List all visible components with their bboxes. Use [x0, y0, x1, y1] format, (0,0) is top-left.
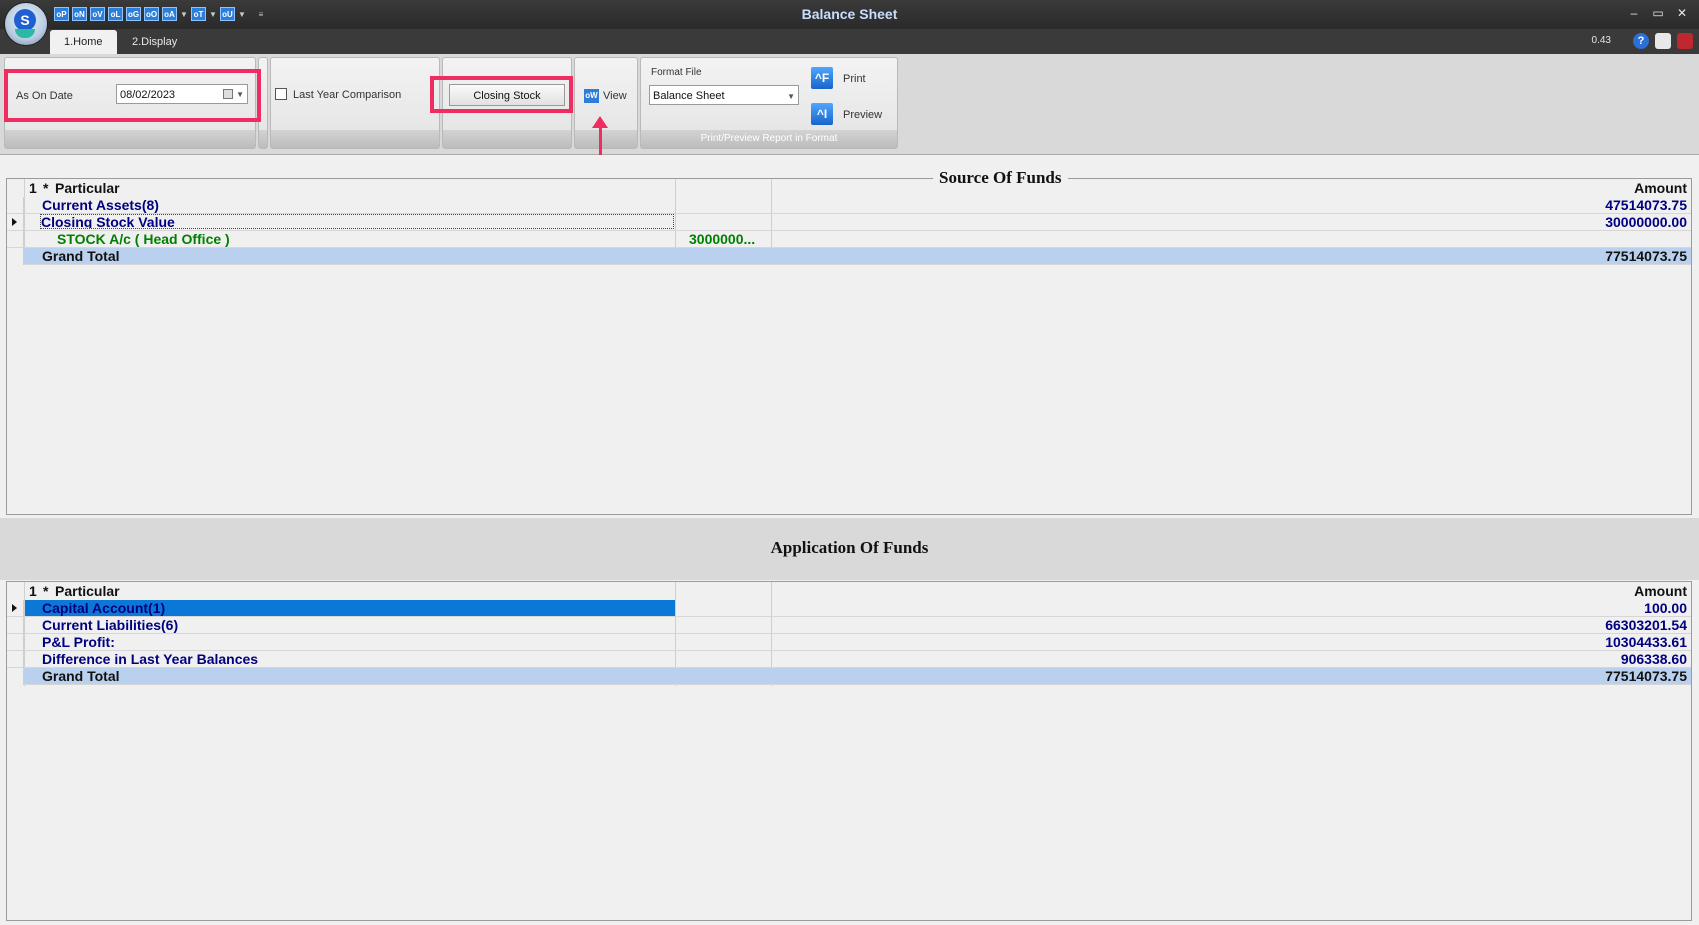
grand-total-row: Grand Total 77514073.75 — [7, 668, 1691, 685]
logo-mark-icon: S — [14, 9, 36, 31]
group-footer — [259, 130, 267, 148]
report-icon[interactable] — [1677, 33, 1693, 49]
row-particular: Current Liabilities(6) — [42, 617, 179, 633]
as-on-date-input[interactable]: 08/02/2023 ▼ — [116, 84, 248, 104]
column-number: 1 — [29, 180, 37, 196]
last-year-comparison-label[interactable]: Last Year Comparison — [293, 89, 401, 101]
row-particular[interactable]: Closing Stock Value — [40, 214, 674, 229]
grand-total-amount: 77514073.75 — [1605, 248, 1687, 264]
row-amount: 100.00 — [1644, 600, 1687, 616]
help-icon[interactable]: ? — [1633, 33, 1649, 49]
application-of-funds-panel: 1 * Particular Amount Capital Account(1)… — [6, 581, 1692, 921]
source-of-funds-panel: 1 * Particular Amount Source Of Funds Cu… — [6, 168, 1692, 515]
table-row[interactable]: Capital Account(1) 100.00 — [7, 600, 1691, 617]
table-row[interactable]: Current Assets(8) 47514073.75 — [7, 197, 1691, 214]
table-row[interactable]: Current Liabilities(6) 66303201.54 — [7, 617, 1691, 634]
print-button[interactable]: Print — [843, 73, 866, 85]
grand-total-row: Grand Total 77514073.75 — [7, 248, 1691, 265]
table-row[interactable]: STOCK A/c ( Head Office ) 3000000... — [7, 231, 1691, 248]
source-of-funds-title: Source Of Funds — [933, 168, 1068, 188]
table-row[interactable]: Difference in Last Year Balances 906338.… — [7, 651, 1691, 668]
row-amount: 47514073.75 — [1605, 197, 1687, 213]
format-file-value: Balance Sheet — [653, 90, 725, 102]
minimize-icon[interactable]: – — [1625, 6, 1643, 20]
column-particular[interactable]: Particular — [55, 180, 120, 196]
spacer-group — [258, 57, 268, 149]
row-selector — [7, 248, 24, 265]
view-group — [574, 57, 638, 149]
column-star: * — [43, 180, 49, 196]
column-particular[interactable]: Particular — [55, 583, 120, 599]
row-particular: P&L Profit: — [42, 634, 115, 650]
date-value: 08/02/2023 — [120, 89, 176, 101]
row-amount: 10304433.61 — [1605, 634, 1687, 650]
row-particular: STOCK A/c ( Head Office ) — [57, 231, 230, 247]
arrow-shaft — [599, 125, 602, 155]
as-on-date-label: As On Date — [16, 90, 73, 102]
view-icon[interactable]: oW — [584, 89, 599, 103]
source-grid-header: 1 * Particular Amount — [7, 180, 1691, 197]
row-selector[interactable] — [7, 231, 24, 248]
row-particular: Current Assets(8) — [42, 197, 159, 213]
application-grid-header: 1 * Particular Amount — [7, 583, 1691, 600]
ribbon-tab-bar: 1.Home 2.Display 0.43 ? — [0, 29, 1699, 54]
close-icon[interactable]: ✕ — [1673, 6, 1691, 20]
preview-button[interactable]: Preview — [843, 109, 882, 121]
row-amount: 30000000.00 — [1605, 214, 1687, 230]
row-particular[interactable]: Capital Account(1) — [42, 600, 682, 617]
group-footer — [575, 130, 637, 148]
group-footer — [5, 130, 255, 148]
comparison-group — [270, 57, 440, 149]
chevron-down-icon[interactable]: ▼ — [787, 87, 795, 107]
maximize-icon[interactable]: ▭ — [1649, 6, 1667, 20]
grand-total-amount: 77514073.75 — [1605, 668, 1687, 684]
row-selector[interactable] — [7, 214, 24, 231]
tab-display[interactable]: 2.Display — [118, 30, 191, 54]
group-footer — [271, 130, 439, 148]
logo-leaf-icon — [15, 29, 35, 38]
closing-stock-button[interactable]: Closing Stock — [449, 84, 565, 106]
print-icon[interactable]: ^F — [811, 67, 833, 89]
title-bar: oP oN oV oL oG oO oA ▼ oT ▼ oU ▼ ≡ Balan… — [0, 0, 1699, 29]
grand-total-label: Grand Total — [42, 248, 120, 264]
format-file-select[interactable]: Balance Sheet ▼ — [649, 85, 799, 105]
row-amount: 906338.60 — [1620, 651, 1687, 667]
current-row-icon — [12, 604, 17, 612]
column-star: * — [43, 583, 49, 599]
application-header-band: Application Of Funds — [0, 518, 1699, 580]
column-number: 1 — [29, 583, 37, 599]
grand-total-label: Grand Total — [42, 668, 120, 684]
column-amount[interactable]: Amount — [1634, 180, 1687, 196]
row-amount: 66303201.54 — [1605, 617, 1687, 633]
format-file-label: Format File — [651, 67, 702, 78]
row-particular: Difference in Last Year Balances — [42, 651, 259, 667]
chevron-down-icon[interactable]: ▼ — [236, 85, 244, 105]
application-of-funds-title: Application Of Funds — [770, 538, 929, 557]
ribbon: Print/Preview Report in Format As On Dat… — [0, 54, 1699, 155]
app-logo[interactable]: S — [4, 2, 48, 46]
row-selector[interactable] — [7, 600, 24, 617]
table-row[interactable]: P&L Profit: 10304433.61 — [7, 634, 1691, 651]
window-title: Balance Sheet — [801, 6, 898, 22]
document-icon[interactable] — [1655, 33, 1671, 49]
row-selector — [7, 668, 24, 685]
row-selector[interactable] — [7, 197, 24, 214]
row-selector[interactable] — [7, 651, 24, 668]
calendar-icon[interactable] — [223, 89, 233, 99]
view-button[interactable]: View — [603, 90, 627, 102]
table-row[interactable]: Closing Stock Value 30000000.00 — [7, 214, 1691, 231]
last-year-comparison-checkbox[interactable] — [275, 88, 287, 100]
preview-icon[interactable]: ^I — [811, 103, 833, 125]
row-sub-amount: 3000000... — [689, 231, 756, 247]
tab-home[interactable]: 1.Home — [50, 30, 117, 54]
zoom-level: 0.43 — [1591, 35, 1611, 46]
current-row-icon — [12, 218, 17, 226]
column-amount[interactable]: Amount — [1634, 583, 1687, 599]
row-selector[interactable] — [7, 634, 24, 651]
group-footer — [443, 130, 571, 148]
print-group-label: Print/Preview Report in Format — [641, 130, 897, 148]
row-selector[interactable] — [7, 617, 24, 634]
